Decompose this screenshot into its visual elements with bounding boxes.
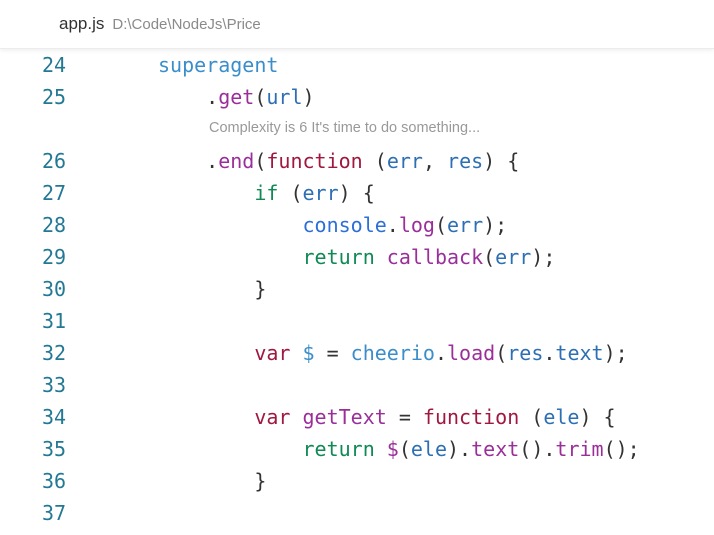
code-text: if (err) { [158, 177, 375, 209]
line-number: 27 [42, 181, 67, 205]
code-token: ); [531, 245, 556, 269]
code-token: ); [483, 213, 508, 237]
code-token: ); [603, 341, 628, 365]
code-token: cheerio [350, 341, 435, 365]
code-token: ( [483, 245, 496, 269]
code-token: callback [386, 245, 484, 269]
code-token: ). [447, 437, 472, 461]
line-number: 37 [42, 501, 67, 525]
code-token: . [543, 341, 556, 365]
code-token: ( [495, 341, 508, 365]
code-token: ) { [483, 149, 520, 173]
code-token: ( [278, 181, 303, 205]
code-token: superagent [158, 53, 279, 77]
code-token: err [386, 149, 423, 173]
code-token: ) { [338, 181, 375, 205]
code-token: ( [254, 149, 267, 173]
code-editor[interactable]: 24 superagent 25 .get(url) 26 .end(function… [0, 49, 714, 535]
code-token: (). [519, 437, 556, 461]
code-token: , [422, 149, 448, 173]
code-token: function [266, 149, 363, 173]
code-token: ( [398, 437, 411, 461]
line-number: 28 [42, 213, 67, 237]
code-text: .end(function (err, res) { [158, 145, 519, 177]
code-token: } [158, 277, 267, 301]
code-token: err [447, 213, 484, 237]
code-token: ( [434, 213, 448, 237]
line-number: 24 [42, 53, 67, 77]
line-number: 33 [42, 373, 67, 397]
code-token: log [398, 213, 435, 237]
code-token: function [422, 405, 520, 429]
code-token: get [218, 85, 255, 109]
code-token: res [447, 149, 484, 173]
code-text: return $(ele).text().trim(); [158, 433, 640, 465]
line-number: 34 [42, 405, 67, 429]
code-token: err [495, 245, 532, 269]
code-token: (); [603, 437, 640, 461]
line-number: 31 [42, 309, 67, 333]
editor-tab-bar: app.js D:\Code\NodeJs\Price [0, 0, 714, 49]
code-token: var [254, 405, 291, 429]
code-token: = [314, 341, 351, 365]
code-token: end [218, 149, 255, 173]
code-text: } [158, 465, 266, 497]
code-token: $ [302, 341, 315, 365]
code-token: res [507, 341, 544, 365]
line-number: 26 [42, 149, 67, 173]
code-token: return [302, 245, 375, 269]
code-token: if [254, 181, 279, 205]
code-token: . [386, 213, 399, 237]
line-number: 35 [42, 437, 67, 461]
code-token: ( [254, 85, 267, 109]
code-text: console.log(err); [158, 209, 508, 241]
code-token: ( [519, 405, 544, 429]
line-number: 36 [42, 469, 67, 493]
code-token: ele [410, 437, 448, 461]
line-number: 29 [42, 245, 67, 269]
code-token: text [471, 437, 520, 461]
code-token: . [434, 341, 448, 365]
code-token: $ [386, 437, 399, 461]
code-token: ele [543, 405, 580, 429]
code-text: .get(url) [158, 81, 315, 113]
code-token: . [158, 85, 219, 109]
line-number: 25 [42, 85, 67, 109]
code-token: trim [555, 437, 604, 461]
line-number: 32 [42, 341, 67, 365]
code-token: ) [302, 85, 315, 109]
code-token: getText [302, 405, 387, 429]
code-token: = [386, 405, 423, 429]
code-token: url [266, 85, 303, 109]
code-token: return [302, 437, 375, 461]
code-text: var getText = function (ele) { [158, 401, 616, 433]
code-token: ) { [579, 405, 616, 429]
code-token: ( [362, 149, 387, 173]
code-token: err [302, 181, 339, 205]
code-token: } [158, 469, 267, 493]
tab-file-name[interactable]: app.js [59, 14, 104, 34]
code-text: } [158, 273, 266, 305]
code-token: var [254, 341, 291, 365]
code-token: . [158, 149, 219, 173]
line-number: 30 [42, 277, 67, 301]
tab-file-path: D:\Code\NodeJs\Price [112, 15, 261, 33]
code-token: console [302, 213, 387, 237]
code-text: var $ = cheerio.load(res.text); [158, 337, 628, 369]
code-token: text [555, 341, 604, 365]
code-text: superagent [158, 49, 278, 81]
code-token: load [447, 341, 496, 365]
codelens-complexity-hint[interactable]: Complexity is 6 It's time to do somethin… [209, 120, 480, 136]
code-text: return callback(err); [158, 241, 556, 273]
